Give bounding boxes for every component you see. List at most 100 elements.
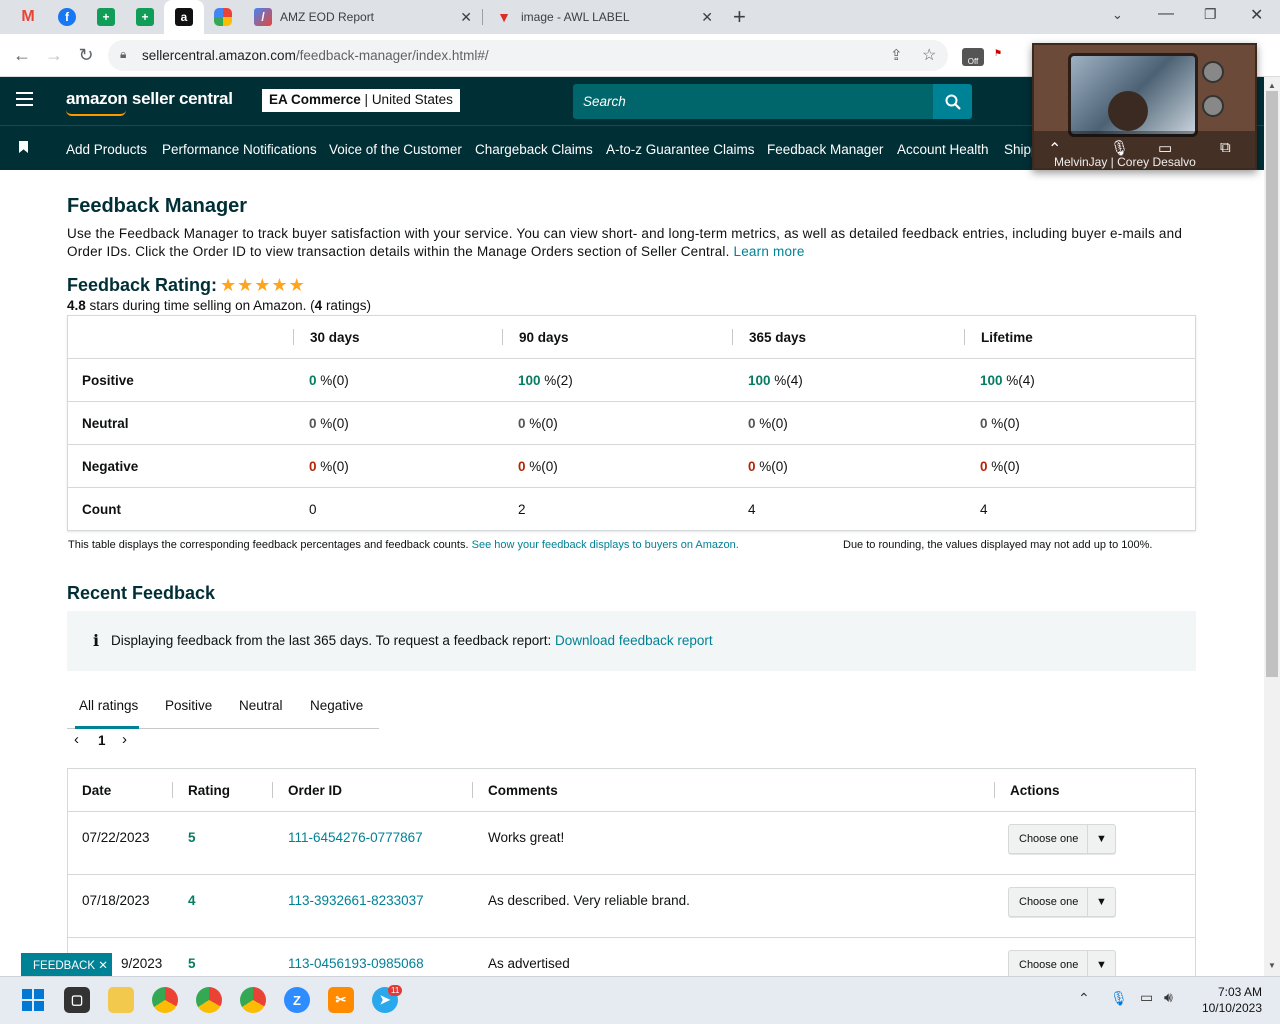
tab-apps[interactable]: [203, 0, 243, 34]
page-intro: Use the Feedback Manager to track buyer …: [67, 226, 1183, 259]
apps-icon: [214, 8, 232, 26]
column-header: Order ID: [288, 783, 343, 798]
zoom-icon[interactable]: Z: [284, 987, 310, 1013]
close-icon[interactable]: ✕: [701, 9, 713, 26]
store-name: EA Commerce: [269, 92, 361, 107]
chrome-icon[interactable]: [152, 987, 178, 1013]
windows-start-icon[interactable]: [20, 987, 46, 1013]
rating-stars: ★★★★★: [220, 275, 306, 296]
tab-search-icon[interactable]: ⌄: [1112, 7, 1123, 23]
page-scrollbar[interactable]: ▲ ▼: [1264, 77, 1280, 976]
close-icon[interactable]: ✕: [98, 960, 108, 972]
file-explorer-icon[interactable]: [108, 987, 134, 1013]
action-select[interactable]: Choose one ▼: [1008, 887, 1116, 917]
restore-button[interactable]: ❐: [1204, 6, 1217, 23]
scroll-up-arrow-icon[interactable]: ▲: [1268, 81, 1276, 90]
notification-badge: 11: [388, 985, 403, 996]
task-view-icon[interactable]: ▢: [64, 987, 90, 1013]
snipping-tool-icon[interactable]: ✂: [328, 987, 354, 1013]
column-header: Date: [82, 783, 112, 798]
tab-amazon[interactable]: a: [164, 0, 204, 34]
nav-performance-notifications[interactable]: Performance Notifications: [162, 142, 317, 157]
chevron-up-icon[interactable]: ⌃: [1078, 990, 1090, 1007]
microphone-icon[interactable]: 🎙︎: [1110, 990, 1128, 1007]
search-button[interactable]: [933, 84, 972, 119]
tab-awl-label[interactable]: ▼ image - AWL LABEL ✕: [483, 0, 723, 34]
tab-sheets-1[interactable]: +: [86, 0, 126, 34]
bookmark-icon[interactable]: [19, 141, 28, 153]
tab-facebook[interactable]: f: [47, 0, 87, 34]
chevron-down-icon: ▼: [1087, 825, 1115, 853]
next-page-chevron-icon[interactable]: ›: [122, 731, 127, 748]
prev-page-chevron-icon[interactable]: ‹: [74, 731, 79, 748]
order-id-link[interactable]: 111-6454276-0777867: [288, 830, 423, 845]
table-header-row: 30 days 90 days 365 days Lifetime: [68, 316, 1195, 359]
order-id-link[interactable]: 113-3932661-8233037: [288, 893, 424, 908]
feedback-rating: 5: [188, 956, 196, 971]
address-bar[interactable]: 🔒︎ sellercentral.amazon.com/feedback-man…: [108, 40, 948, 71]
nav-add-products[interactable]: Add Products: [66, 142, 147, 157]
scroll-down-arrow-icon[interactable]: ▼: [1268, 961, 1276, 970]
table-row: Negative 0 %(0) 0 %(0) 0 %(0) 0 %(0): [68, 445, 1195, 488]
tab-all-ratings[interactable]: All ratings: [79, 698, 138, 713]
learn-more-link[interactable]: Learn more: [734, 244, 805, 259]
rounding-note: Due to rounding, the values displayed ma…: [843, 539, 1153, 551]
volume-icon[interactable]: 🔊︎: [1164, 989, 1173, 1006]
extension-icon[interactable]: ⚑: [994, 48, 1010, 64]
new-tab-button[interactable]: +: [733, 4, 746, 30]
neutral-30-days: 0 %(0): [309, 416, 349, 431]
clock-date: 10/10/2023: [1201, 1001, 1262, 1015]
participant-avatar: [1108, 91, 1148, 131]
forward-arrow-icon[interactable]: →: [42, 43, 66, 67]
nav-chargeback-claims[interactable]: Chargeback Claims: [475, 142, 593, 157]
tab-gmail[interactable]: M: [8, 0, 48, 34]
count-365-days: 4: [748, 502, 756, 517]
order-id-link[interactable]: 113-0456193-0985068: [288, 956, 424, 971]
star-icon: ★: [288, 275, 306, 295]
column-header: Lifetime: [981, 330, 1033, 345]
table-footnote: This table displays the corresponding fe…: [68, 539, 739, 551]
action-select[interactable]: Choose one ▼: [1008, 824, 1116, 854]
tab-sheets-2[interactable]: +: [125, 0, 165, 34]
close-window-button[interactable]: ✕: [1250, 5, 1263, 25]
nav-voice-of-customer[interactable]: Voice of the Customer: [329, 142, 462, 157]
nav-a-to-z-claims[interactable]: A-to-z Guarantee Claims: [606, 142, 755, 157]
share-icon[interactable]: ⇪: [890, 46, 903, 64]
report-icon: /: [254, 8, 272, 26]
pop-out-icon[interactable]: ⧉: [1220, 139, 1231, 156]
tab-amz-eod-report[interactable]: / AMZ EOD Report ✕: [242, 0, 482, 34]
knob-icon: [1202, 61, 1224, 83]
system-clock[interactable]: 7:03 AM 10/10/2023: [1196, 985, 1262, 1015]
video-call-overlay[interactable]: ⌃ 🎙︎ ▭ ⧉ MelvinJay | Corey Desalvo: [1032, 43, 1257, 170]
tab-neutral[interactable]: Neutral: [239, 698, 283, 713]
close-icon[interactable]: ✕: [460, 9, 472, 26]
search-input[interactable]: Search: [573, 84, 933, 119]
nav-account-health[interactable]: Account Health: [897, 142, 989, 157]
account-switcher[interactable]: EA Commerce | United States: [262, 89, 460, 112]
download-report-link[interactable]: Download feedback report: [555, 633, 713, 648]
network-icon[interactable]: ▭: [1140, 989, 1153, 1006]
current-page[interactable]: 1: [98, 733, 106, 748]
feedback-rating: 5: [188, 830, 196, 845]
nav-feedback-manager[interactable]: Feedback Manager: [767, 142, 883, 157]
bookmark-star-icon[interactable]: ☆: [922, 45, 936, 65]
count-lifetime: 4: [980, 502, 988, 517]
feedback-widget-button[interactable]: FEEDBACK ✕: [21, 953, 112, 976]
buyer-display-link[interactable]: See how your feedback displays to buyers…: [472, 539, 739, 551]
chrome-icon[interactable]: [240, 987, 266, 1013]
tab-positive[interactable]: Positive: [165, 698, 212, 713]
table-row: 07/22/2023 5 111-6454276-0777867 Works g…: [68, 812, 1195, 875]
neutral-lifetime: 0 %(0): [980, 416, 1020, 431]
scrollbar-thumb[interactable]: [1266, 91, 1278, 677]
page-title: Feedback Manager: [67, 195, 248, 217]
minimize-button[interactable]: —: [1158, 5, 1174, 23]
hamburger-menu-icon[interactable]: [16, 92, 33, 106]
chrome-icon[interactable]: [196, 987, 222, 1013]
tab-negative[interactable]: Negative: [310, 698, 363, 713]
reload-icon[interactable]: ↻: [74, 43, 98, 67]
extension-off-icon[interactable]: Off: [962, 48, 984, 66]
back-arrow-icon[interactable]: ←: [10, 43, 34, 67]
positive-30-days: 0 %(0): [309, 373, 349, 388]
seller-central-logo[interactable]: amazon seller central: [66, 89, 233, 109]
neutral-90-days: 0 %(0): [518, 416, 558, 431]
